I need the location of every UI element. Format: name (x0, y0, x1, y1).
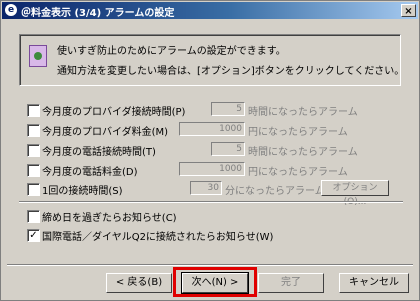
back-button[interactable]: < 戻る(B) (106, 273, 172, 293)
title-bar[interactable]: e ＠料金表示 (3/4) アラームの設定 × (2, 2, 418, 19)
alarm-row-phone-fee: 今月度の電話料金(D) 1000 円になったらアラーム (27, 162, 407, 178)
session-time-unit: 分になったらアラーム (225, 186, 325, 197)
alarm-row-provider-fee: 今月度のプロバイダ料金(M) 1000 円になったらアラーム (27, 122, 407, 138)
window-title: ＠料金表示 (3/4) アラームの設定 (21, 8, 175, 19)
deadline-label[interactable]: 締め日を過ぎたらお知らせ(C) (42, 209, 177, 224)
provider-time-checkbox[interactable] (27, 104, 40, 117)
provider-fee-label[interactable]: 今月度のプロバイダ料金(M) (42, 123, 168, 138)
separator-1 (19, 201, 403, 203)
provider-fee-value[interactable]: 1000 (179, 122, 245, 136)
session-time-value[interactable]: 30 (190, 181, 222, 195)
session-time-checkbox[interactable] (27, 183, 40, 196)
phone-fee-checkbox[interactable] (27, 164, 40, 177)
intl-label[interactable]: 国際電話／ダイヤルQ2に接続されたらお知らせ(W) (42, 228, 273, 243)
phone-fee-unit: 円になったらアラーム (248, 167, 348, 178)
note-icon (29, 45, 47, 67)
info-line-2: 通知方法を変更したい場合は、[オプション]ボタンをクリックしてください。 (57, 66, 405, 77)
alarm-row-provider-time: 今月度のプロバイダ接続時間(P) 5 時間になったらアラーム (27, 102, 407, 118)
alarm-row-phone-time: 今月度の電話接続時間(T) 5 時間になったらアラーム (27, 142, 407, 158)
provider-time-unit: 時間になったらアラーム (248, 107, 358, 118)
notice-row-intl: ✓ 国際電話／ダイヤルQ2に接続されたらお知らせ(W) (27, 227, 407, 243)
phone-time-value[interactable]: 5 (211, 142, 245, 156)
intl-checkbox[interactable]: ✓ (27, 229, 40, 242)
alarm-row-session-time: 1回の接続時間(S) 30 分になったらアラーム オプション(O)... (27, 180, 407, 207)
dialog-window: e ＠料金表示 (3/4) アラームの設定 × 使いすぎ防止のためにアラームの設… (0, 0, 420, 301)
provider-time-value[interactable]: 5 (211, 102, 245, 116)
highlight-frame (173, 267, 257, 297)
phone-fee-value[interactable]: 1000 (179, 162, 245, 176)
cancel-button[interactable]: キャンセル (339, 273, 409, 293)
deadline-checkbox[interactable] (27, 210, 40, 223)
info-line-1: 使いすぎ防止のためにアラームの設定ができます。 (57, 46, 286, 57)
phone-fee-label[interactable]: 今月度の電話料金(D) (42, 163, 138, 178)
provider-fee-checkbox[interactable] (27, 124, 40, 137)
provider-fee-unit: 円になったらアラーム (248, 127, 348, 138)
phone-time-unit: 時間になったらアラーム (248, 147, 358, 158)
session-time-label[interactable]: 1回の接続時間(S) (42, 182, 123, 197)
notice-row-deadline: 締め日を過ぎたらお知らせ(C) (27, 208, 407, 224)
phone-time-checkbox[interactable] (27, 144, 40, 157)
app-icon: e (5, 4, 17, 16)
options-button[interactable]: オプション(O)... (321, 180, 389, 207)
separator-2 (7, 264, 413, 266)
phone-time-label[interactable]: 今月度の電話接続時間(T) (42, 143, 156, 158)
info-panel: 使いすぎ防止のためにアラームの設定ができます。 通知方法を変更したい場合は、[オ… (19, 34, 405, 86)
provider-time-label[interactable]: 今月度のプロバイダ接続時間(P) (42, 103, 185, 118)
close-button[interactable]: × (401, 4, 416, 17)
finish-button[interactable]: 完了 (258, 273, 324, 293)
